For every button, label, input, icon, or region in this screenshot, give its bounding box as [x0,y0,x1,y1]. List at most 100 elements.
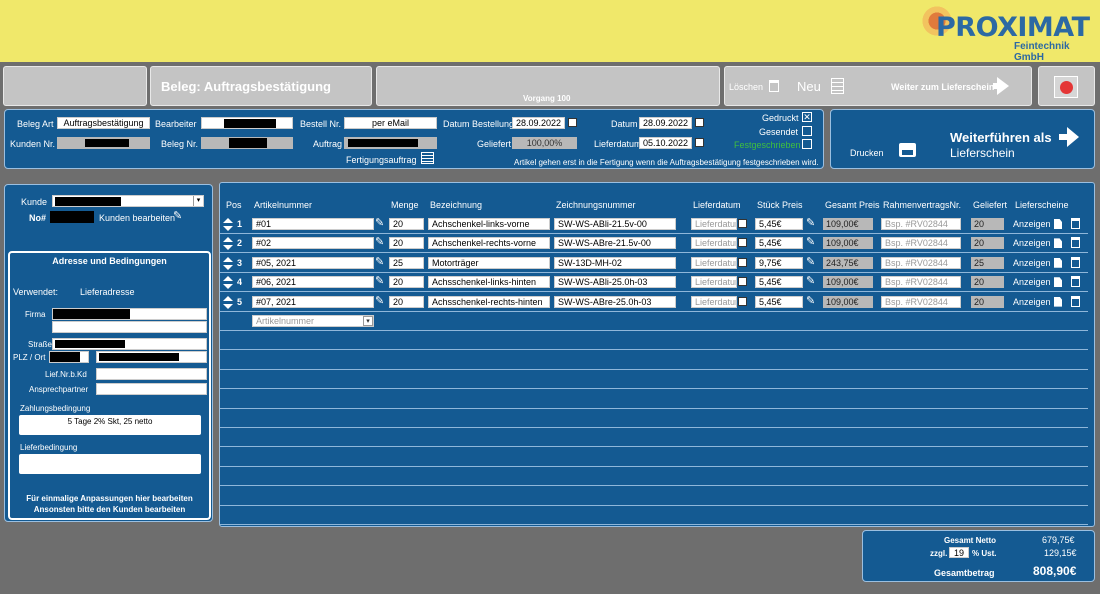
trash-icon[interactable] [1071,295,1080,307]
stueck-preis-field[interactable]: 9,75€ [755,256,803,269]
stueck-preis-field[interactable]: 5,45€ [755,295,803,308]
pencil-icon[interactable]: ✎ [375,235,384,248]
trash-icon[interactable] [1071,276,1080,288]
rahmenvertrag-field[interactable]: Bsp. #RV02844 [881,276,961,289]
printer-icon[interactable] [899,143,916,157]
pencil-icon[interactable]: ✎ [806,274,815,287]
trash-icon[interactable] [1071,237,1080,249]
new-document-icon[interactable] [831,78,844,94]
ansprechpartner-field[interactable] [96,383,207,395]
calendar-icon[interactable] [738,296,747,306]
lieferdatum-field[interactable]: 05.10.2022 [639,137,692,149]
chevron-down-icon[interactable]: ▾ [363,316,373,326]
document-icon[interactable] [1054,296,1062,307]
strasse-field[interactable] [52,338,207,350]
zeichnungsnummer-field[interactable]: SW-13D-MH-02 [554,256,676,269]
trash-icon[interactable] [1071,256,1080,268]
calendar-icon[interactable] [695,138,704,147]
beleg-art-field[interactable]: Auftragsbestätigung [57,117,150,129]
reorder-arrows-icon[interactable] [223,295,233,309]
stueck-preis-field[interactable]: 5,45€ [755,237,803,250]
bezeichnung-field[interactable]: Achschenkel-links-vorne [428,218,550,230]
bezeichnung-field[interactable]: Achschenkel-rechts-vorne [428,237,550,250]
pencil-icon[interactable]: ✎ [173,209,182,222]
lief-nr-field[interactable] [96,368,207,380]
calendar-icon[interactable] [695,118,704,127]
pencil-icon[interactable]: ✎ [375,216,384,229]
firma-field[interactable] [52,308,207,320]
datum-field[interactable]: 28.09.2022 [639,117,692,129]
calendar-icon[interactable] [738,257,747,267]
anzeigen-link[interactable]: Anzeigen [1013,277,1051,287]
festgeschrieben-checkbox[interactable] [802,139,812,149]
lieferdatum-field[interactable]: Lieferdatum [691,295,737,308]
stueck-preis-field[interactable]: 5,45€ [755,218,803,230]
weiterfuehren-panel[interactable]: Drucken Weiterführen als Lieferschein [830,109,1095,169]
drucken-button[interactable]: Drucken [850,148,884,158]
pencil-icon[interactable]: ✎ [806,255,815,268]
gedruckt-checkbox[interactable]: ✕ [802,112,812,122]
anzeigen-link[interactable]: Anzeigen [1013,297,1051,307]
menge-field[interactable]: 20 [389,276,424,289]
zeichnungsnummer-field[interactable]: SW-WS-ABre-21.5v-00 [554,237,676,250]
document-icon[interactable] [1054,257,1062,268]
anzeigen-link[interactable]: Anzeigen [1013,238,1051,248]
exit-icon[interactable] [1060,81,1073,94]
firma2-field[interactable] [52,321,207,333]
pencil-icon[interactable]: ✎ [375,255,384,268]
kunden-bearbeiten-link[interactable]: Kunden bearbeiten [99,213,175,223]
rahmenvertrag-field[interactable]: Bsp. #RV02844 [881,256,961,269]
calendar-icon[interactable] [738,277,747,287]
bezeichnung-field[interactable]: Achsschenkel-links-hinten [428,276,550,289]
document-icon[interactable] [1054,277,1062,288]
calendar-icon[interactable] [738,219,747,228]
lieferdatum-field[interactable]: Lieferdatum [691,276,737,289]
artikelnummer-field[interactable]: #01 [252,218,374,230]
lieferdatum-field[interactable]: Lieferdatum [691,218,737,230]
menge-field[interactable]: 20 [389,295,424,308]
menge-field[interactable]: 20 [389,237,424,250]
reorder-arrows-icon[interactable] [223,256,233,270]
loeschen-button[interactable]: Löschen [729,82,763,92]
arrow-right-icon[interactable] [1067,127,1079,147]
blank-button[interactable] [3,66,147,106]
document-icon[interactable] [1054,238,1062,249]
ust-percent-field[interactable]: 19 [949,547,969,558]
anzeigen-link[interactable]: Anzeigen [1013,219,1051,229]
neu-button[interactable]: Neu [797,79,821,94]
document-icon[interactable] [1054,219,1062,229]
lieferdatum-field[interactable]: Lieferdatum [691,237,737,250]
bearbeiter-field[interactable] [201,117,293,129]
bestell-nr-field[interactable]: per eMail [344,117,437,129]
calendar-icon[interactable] [568,118,577,127]
bezeichnung-field[interactable]: Achsschenkel-rechts-hinten [428,295,550,308]
ort-field[interactable] [96,351,207,363]
artikelnummer-field[interactable]: #05, 2021 [252,256,374,269]
lieferbedingung-field[interactable] [19,454,201,474]
pencil-icon[interactable]: ✎ [806,235,815,248]
pencil-icon[interactable]: ✎ [806,216,815,229]
anzeigen-link[interactable]: Anzeigen [1013,258,1051,268]
kunde-select[interactable]: ▾ [52,195,204,207]
plz-field[interactable] [49,351,89,363]
reorder-arrows-icon[interactable] [223,218,233,231]
trash-icon[interactable] [1071,218,1080,229]
pencil-icon[interactable]: ✎ [375,294,384,307]
weiter-lieferschein-button[interactable]: Weiter zum Lieferschein [891,82,994,92]
zeichnungsnummer-field[interactable]: SW-WS-ABli-25.0h-03 [554,276,676,289]
stueck-preis-field[interactable]: 5,45€ [755,276,803,289]
bezeichnung-field[interactable]: Motorträger [428,256,550,269]
artikelnummer-field[interactable]: #02 [252,237,374,250]
pencil-icon[interactable]: ✎ [375,274,384,287]
fertigungsauftrag-button[interactable]: Fertigungsauftrag [346,155,417,165]
menge-field[interactable]: 20 [389,218,424,230]
calendar-icon[interactable] [738,238,747,248]
lieferdatum-field[interactable]: Lieferdatum [691,256,737,269]
zeichnungsnummer-field[interactable]: SW-WS-ABli-21.5v-00 [554,218,676,230]
datum-bestellung-field[interactable]: 28.09.2022 [512,117,565,129]
rahmenvertrag-field[interactable]: Bsp. #RV02844 [881,295,961,308]
trash-icon[interactable] [769,80,779,92]
rahmenvertrag-field[interactable]: Bsp. #RV02844 [881,237,961,250]
artikelnummer-field[interactable]: #07, 2021 [252,295,374,308]
zeichnungsnummer-field[interactable]: SW-WS-ABre-25.0h-03 [554,295,676,308]
